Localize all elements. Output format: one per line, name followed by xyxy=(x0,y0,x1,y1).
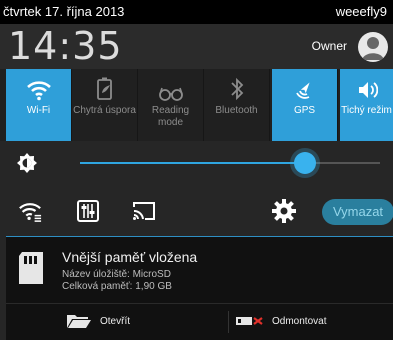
clear-notifications-button[interactable]: Vymazat xyxy=(322,199,393,225)
equalizer-icon[interactable] xyxy=(76,199,100,223)
toggle-battery-saver-label: Chytrá úspora xyxy=(73,105,136,116)
toggle-wifi-label: Wi-Fi xyxy=(26,105,51,116)
clock: 14:35 xyxy=(8,24,123,68)
toggle-gps-label: GPS xyxy=(293,105,316,116)
action-row: Vymazat xyxy=(0,185,393,236)
panel-header: 14:35 Owner xyxy=(0,24,393,69)
unmount-icon xyxy=(236,317,263,326)
notification-divider xyxy=(6,303,393,304)
notification-storage-name: Název úložiště: MicroSD xyxy=(62,269,171,280)
unmount-button-label: Odmontovat xyxy=(272,316,327,327)
toggle-bluetooth[interactable]: Bluetooth xyxy=(204,69,270,141)
status-user: weeefly9 xyxy=(335,4,387,19)
toggle-silent-mode[interactable]: Tichý režim xyxy=(340,69,393,141)
folder-open-icon xyxy=(67,315,91,329)
user-icon xyxy=(362,37,384,60)
sd-card-icon xyxy=(19,252,43,284)
settings-gear-icon[interactable] xyxy=(272,199,296,223)
reading-glasses-icon xyxy=(158,87,183,101)
notification-button-divider xyxy=(228,311,229,333)
owner-label[interactable]: Owner xyxy=(312,24,347,69)
battery-saver-icon xyxy=(96,77,112,100)
brightness-row xyxy=(0,141,393,185)
toggle-silent-mode-label: Tichý režim xyxy=(341,105,392,116)
toggle-reading-mode-label: Reading mode xyxy=(151,105,190,128)
gps-icon xyxy=(295,82,310,99)
status-date: čtvrtek 17. října 2013 xyxy=(3,4,125,19)
screen-mirroring-icon[interactable] xyxy=(132,199,156,223)
wifi-settings-icon[interactable] xyxy=(18,199,42,223)
open-button[interactable]: Otevřít xyxy=(66,304,130,340)
wifi-icon xyxy=(26,81,51,101)
brightness-slider-thumb[interactable] xyxy=(294,152,316,174)
toggle-battery-saver[interactable]: Chytrá úspora xyxy=(72,69,138,141)
toggle-gps[interactable]: GPS xyxy=(272,69,338,141)
avatar[interactable] xyxy=(358,32,388,62)
notification-card[interactable]: Vnější paměť vložena Název úložiště: Mic… xyxy=(6,236,393,340)
brightness-slider[interactable] xyxy=(80,152,380,174)
brightness-icon[interactable] xyxy=(16,152,38,174)
notification-total-memory: Celková paměť: 1,90 GB xyxy=(62,281,172,292)
open-button-label: Otevřít xyxy=(100,316,131,327)
toggle-reading-mode[interactable]: Reading mode xyxy=(138,69,204,141)
unmount-button[interactable]: Odmontovat xyxy=(236,304,326,340)
bluetooth-icon xyxy=(230,77,243,101)
toggle-bluetooth-label: Bluetooth xyxy=(215,105,258,116)
sound-icon xyxy=(358,82,378,98)
quick-toggles: Wi-Fi Chytrá úspora Reading mode Bluetoo… xyxy=(0,69,393,141)
toggle-wifi[interactable]: Wi-Fi xyxy=(6,69,72,141)
notification-title: Vnější paměť vložena xyxy=(62,249,198,265)
status-bar: čtvrtek 17. října 2013 weeefly9 xyxy=(0,0,393,24)
brightness-slider-fill xyxy=(80,162,305,164)
